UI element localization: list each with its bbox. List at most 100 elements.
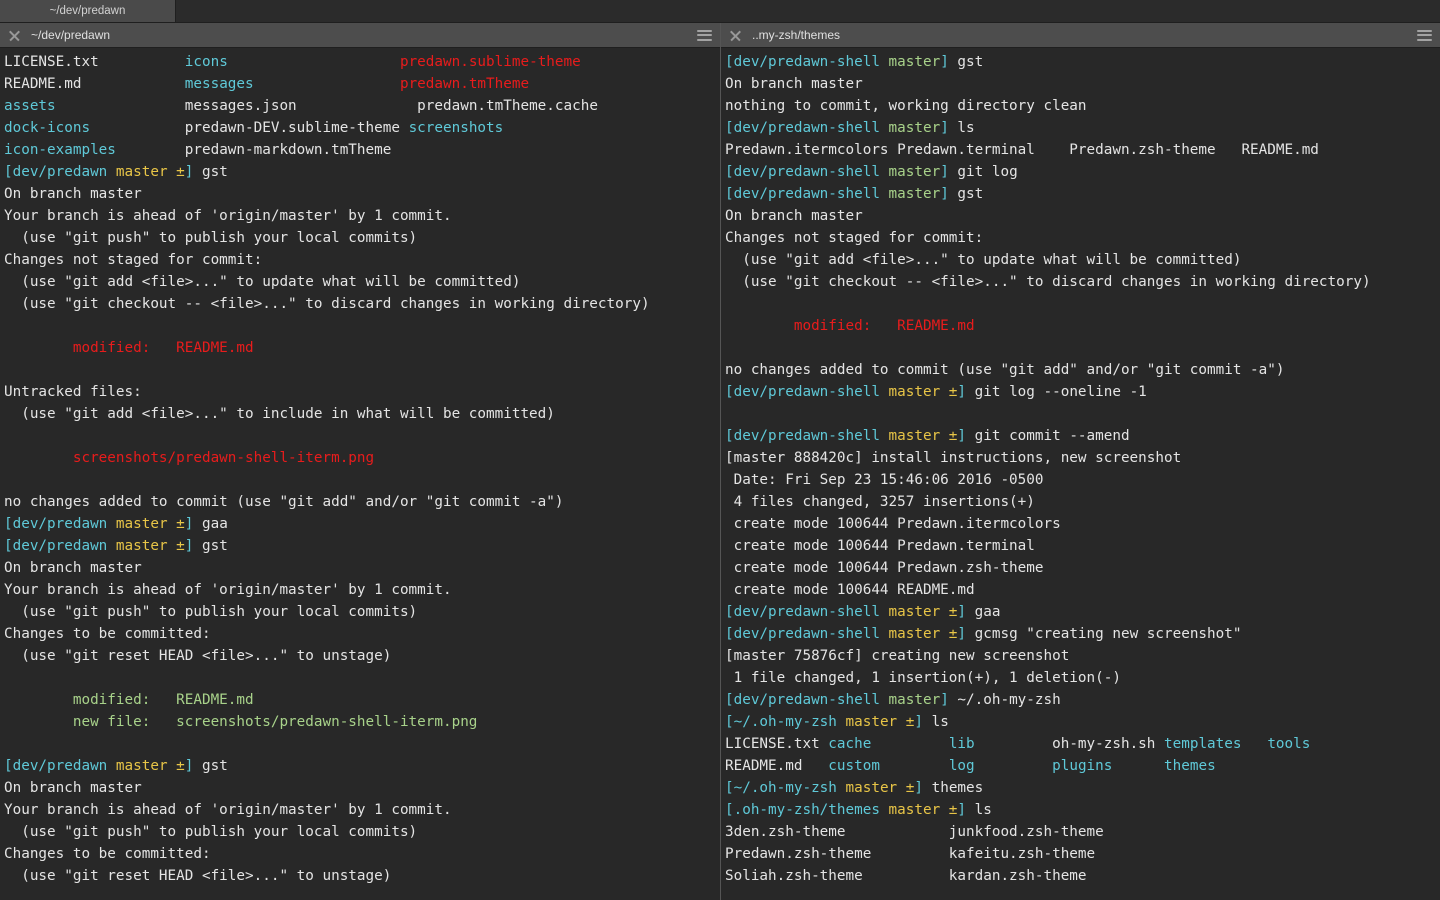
hamburger-menu-icon[interactable]: [1417, 29, 1432, 41]
terminal-text: dev/predawn: [12, 758, 116, 774]
terminal-line: README.md custom log plugins themes: [725, 755, 1440, 777]
terminal-text: ]: [914, 780, 923, 796]
terminal-line: LICENSE.txt cache lib oh-my-zsh.sh templ…: [725, 733, 1440, 755]
hamburger-menu-icon[interactable]: [697, 29, 712, 41]
terminal-text: dev/predawn: [12, 538, 116, 554]
pane-container: ~/dev/predawn LICENSE.txt icons predawn.…: [0, 23, 1440, 900]
terminal-text: ls: [948, 120, 975, 136]
terminal-line: new file: screenshots/predawn-shell-iter…: [4, 711, 720, 733]
terminal-text: Date: Fri Sep 23 15:46:06 2016 -0500: [725, 472, 1044, 488]
terminal-text: On branch master: [4, 560, 142, 576]
terminal-text: ]: [940, 54, 949, 70]
terminal-text: predawn.sublime-theme: [399, 54, 581, 70]
terminal-line: Your branch is ahead of 'origin/master' …: [4, 205, 720, 227]
terminal-text: (use "git reset HEAD <file>..." to unsta…: [4, 868, 392, 884]
terminal-text: (use "git checkout -- <file>..." to disc…: [4, 296, 650, 312]
terminal-line: Your branch is ahead of 'origin/master' …: [4, 579, 720, 601]
terminal-pane-right[interactable]: ..my-zsh/themes [dev/predawn-shell maste…: [720, 23, 1440, 900]
terminal-text: [: [725, 428, 734, 444]
terminal-text: (use "git reset HEAD <file>..." to unsta…: [4, 648, 392, 664]
terminal-text: dev/predawn-shell: [733, 604, 889, 620]
terminal-text: [: [725, 692, 734, 708]
terminal-text: log: [948, 758, 975, 774]
terminal-line: 4 files changed, 3257 insertions(+): [725, 491, 1440, 513]
terminal-text: Changes not staged for commit:: [4, 252, 263, 268]
terminal-line: [dev/predawn-shell master ±] git commit …: [725, 425, 1440, 447]
tab-dev-predawn[interactable]: ~/dev/predawn: [0, 0, 176, 22]
terminal-text: master: [888, 120, 941, 136]
terminal-text: messages.json predawn.tmTheme.cache: [55, 98, 598, 114]
terminal-text: [: [4, 758, 13, 774]
terminal-text: predawn.tmTheme: [399, 76, 530, 92]
terminal-text: master ±: [888, 802, 958, 818]
terminal-text: predawn-markdown.tmTheme: [115, 142, 392, 158]
terminal-text: screenshots: [408, 120, 504, 136]
terminal-line: create mode 100644 Predawn.zsh-theme: [725, 557, 1440, 579]
terminal-line: On branch master: [4, 557, 720, 579]
terminal-line: LICENSE.txt icons predawn.sublime-theme: [4, 51, 720, 73]
pane-header-right: ..my-zsh/themes: [721, 23, 1440, 48]
terminal-text: dev/predawn-shell: [733, 164, 889, 180]
terminal-text: (use "git add <file>..." to update what …: [4, 274, 521, 290]
terminal-line: On branch master: [725, 205, 1440, 227]
terminal-text: (use "git push" to publish your local co…: [4, 604, 418, 620]
terminal-text: ]: [957, 384, 967, 400]
terminal-line: dock-icons predawn-DEV.sublime-theme scr…: [4, 117, 720, 139]
terminal-text: [: [725, 780, 734, 796]
terminal-line: 1 file changed, 1 insertion(+), 1 deleti…: [725, 667, 1440, 689]
terminal-text: master ±: [888, 626, 958, 642]
terminal-line: (use "git reset HEAD <file>..." to unsta…: [4, 865, 720, 887]
terminal-text: gaa: [966, 604, 1001, 620]
terminal-text: ls: [923, 714, 949, 730]
terminal-line: 3den.zsh-theme junkfood.zsh-theme: [725, 821, 1440, 843]
terminal-text: ~/.oh-my-zsh: [733, 780, 846, 796]
terminal-text: master ±: [845, 780, 915, 796]
terminal-text: dev/predawn: [12, 516, 116, 532]
terminal-output-left[interactable]: LICENSE.txt icons predawn.sublime-theme R…: [0, 48, 720, 900]
terminal-line: [master 75876cf] creating new screenshot: [725, 645, 1440, 667]
terminal-text: Your branch is ahead of 'origin/master' …: [4, 802, 452, 818]
terminal-line: icon-examples predawn-markdown.tmTheme: [4, 139, 720, 161]
terminal-line: [dev/predawn-shell master ±] gcmsg "crea…: [725, 623, 1440, 645]
terminal-text: [: [725, 714, 734, 730]
terminal-line: [dev/predawn-shell master] gst: [725, 183, 1440, 205]
terminal-line: create mode 100644 Predawn.terminal: [725, 535, 1440, 557]
terminal-text: assets: [4, 98, 56, 114]
terminal-text: lib: [948, 736, 975, 752]
terminal-line: assets messages.json predawn.tmTheme.cac…: [4, 95, 720, 117]
terminal-text: (use "git push" to publish your local co…: [4, 230, 418, 246]
terminal-text: ]: [957, 802, 967, 818]
terminal-text: [: [725, 626, 734, 642]
terminal-text: (use "git push" to publish your local co…: [4, 824, 418, 840]
terminal-line: create mode 100644 README.md: [725, 579, 1440, 601]
terminal-line: [dev/predawn-shell master] ls: [725, 117, 1440, 139]
terminal-line: [dev/predawn master ±] gst: [4, 535, 720, 557]
terminal-text: README.md: [725, 758, 829, 774]
terminal-text: (use "git checkout -- <file>..." to disc…: [725, 274, 1371, 290]
terminal-text: master ±: [115, 164, 185, 180]
terminal-text: ~/.oh-my-zsh: [948, 692, 1061, 708]
terminal-line: Your branch is ahead of 'origin/master' …: [4, 799, 720, 821]
terminal-line: (use "git add <file>..." to update what …: [4, 271, 720, 293]
close-icon[interactable]: [8, 29, 21, 42]
terminal-text: create mode 100644 README.md: [725, 582, 975, 598]
terminal-text: ]: [940, 186, 949, 202]
terminal-text: Predawn.itermcolors Predawn.terminal Pre…: [725, 142, 1319, 158]
terminal-text: master ±: [845, 714, 915, 730]
terminal-text: gst: [193, 758, 228, 774]
terminal-text: [: [4, 164, 13, 180]
terminal-text: [: [4, 516, 13, 532]
terminal-line: screenshots/predawn-shell-iterm.png: [4, 447, 720, 469]
terminal-output-right[interactable]: [dev/predawn-shell master] gst On branch …: [721, 48, 1440, 900]
terminal-text: dev/predawn: [12, 164, 116, 180]
terminal-text: create mode 100644 Predawn.itermcolors: [725, 516, 1061, 532]
terminal-text: dev/predawn-shell: [733, 428, 889, 444]
terminal-line: [.oh-my-zsh/themes master ±] ls: [725, 799, 1440, 821]
close-icon[interactable]: [729, 29, 742, 42]
terminal-pane-left[interactable]: ~/dev/predawn LICENSE.txt icons predawn.…: [0, 23, 720, 900]
